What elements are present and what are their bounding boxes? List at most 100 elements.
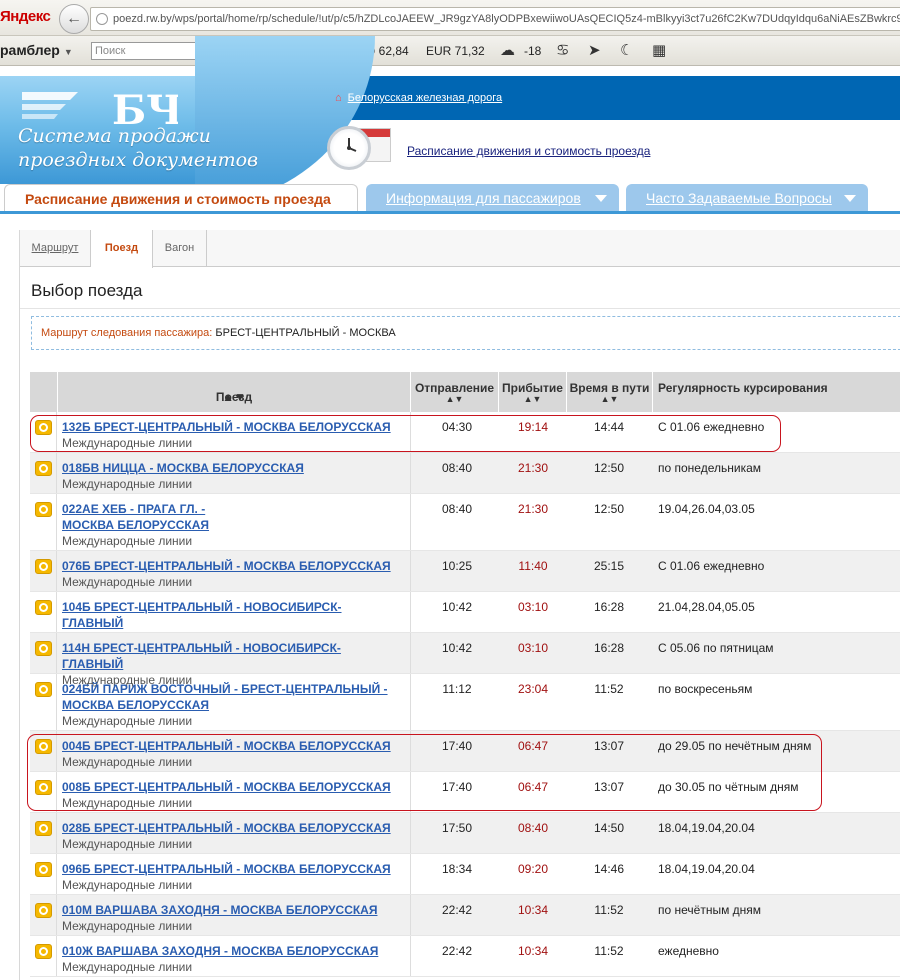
travel-duration: 25:15: [593, 559, 625, 573]
departure-time: 22:42: [441, 944, 473, 958]
table-row[interactable]: 076Б БРЕСТ-ЦЕНТРАЛЬНЫЙ - МОСКВА БЕЛОРУСС…: [30, 551, 900, 592]
header-departure[interactable]: Отправление ▲▼: [410, 372, 498, 412]
row-icon-cell: [30, 633, 57, 673]
column-divider: [410, 895, 411, 935]
table-row[interactable]: 104Б БРЕСТ-ЦЕНТРАЛЬНЫЙ - НОВОСИБИРСК-ГЛА…: [30, 592, 900, 646]
table-row[interactable]: 010Ж ВАРШАВА ЗАХОДНЯ - МОСКВА БЕЛОРУССКА…: [30, 936, 900, 977]
train-link[interactable]: 028Б БРЕСТ-ЦЕНТРАЛЬНЫЙ - МОСКВА БЕЛОРУСС…: [62, 820, 402, 836]
train-link-cont[interactable]: МОСКВА БЕЛОРУССКАЯ: [62, 517, 402, 533]
departure-time: 18:34: [441, 862, 473, 876]
highlight-box: [30, 415, 781, 452]
home-link[interactable]: ⌂ Белорусская железная дорога: [335, 92, 502, 104]
url-text: poezd.rw.by/wps/portal/home/rp/schedule/…: [113, 13, 900, 25]
toolbar-search-input[interactable]: Поиск: [91, 42, 211, 60]
weather-temp: -18: [524, 44, 542, 58]
back-button[interactable]: ←: [59, 4, 89, 34]
table-row[interactable]: 024БЙ ПАРИЖ ВОСТОЧНЫЙ - БРЕСТ-ЦЕНТРАЛЬНЫ…: [30, 674, 900, 731]
travel-duration: 16:28: [593, 600, 625, 614]
travel-duration: 11:52: [594, 944, 624, 958]
logo-text: БЧ: [112, 87, 178, 126]
train-link[interactable]: 104Б БРЕСТ-ЦЕНТРАЛЬНЫЙ - НОВОСИБИРСК-ГЛА…: [62, 599, 402, 631]
regularity: по понедельникам: [658, 461, 762, 475]
header-regularity-label: Регулярность курсирования: [658, 381, 828, 395]
weather-icon[interactable]: ☁: [500, 41, 515, 61]
train-link[interactable]: 010М ВАРШАВА ЗАХОДНЯ - МОСКВА БЕЛОРУССКА…: [62, 902, 402, 918]
regularity: 19.04,26.04,03.05: [658, 502, 755, 516]
address-bar[interactable]: poezd.rw.by/wps/portal/home/rp/schedule/…: [90, 7, 900, 31]
sub-tabs: Маршрут Поезд Вагон: [20, 230, 900, 268]
train-link-cont[interactable]: МОСКВА БЕЛОРУССКАЯ: [62, 697, 402, 713]
column-divider: [410, 633, 411, 673]
header-duration[interactable]: Время в пути ▲▼: [566, 372, 652, 412]
column-divider: [410, 551, 411, 591]
travel-duration: 12:50: [593, 461, 625, 475]
arrival-time: 03:10: [517, 641, 549, 655]
train-link[interactable]: 076Б БРЕСТ-ЦЕНТРАЛЬНЫЙ - МОСКВА БЕЛОРУСС…: [62, 558, 402, 574]
subtab-car[interactable]: Вагон: [153, 230, 207, 267]
train-link[interactable]: 024БЙ ПАРИЖ ВОСТОЧНЫЙ - БРЕСТ-ЦЕНТРАЛЬНЫ…: [62, 681, 402, 697]
browser-bar: Яндекс ← poezd.rw.by/wps/portal/home/rp/…: [0, 0, 900, 36]
regularity: 21.04,28.04,05.05: [658, 600, 755, 614]
tab-passenger-info[interactable]: Информация для пассажиров: [366, 184, 619, 212]
clock-icon: [327, 126, 371, 170]
column-divider: [410, 936, 411, 976]
site-header: БЧ Система продажи проездных документов …: [0, 36, 900, 206]
train-name-cell: 028Б БРЕСТ-ЦЕНТРАЛЬНЫЙ - МОСКВА БЕЛОРУСС…: [62, 820, 402, 852]
schedule-link[interactable]: Расписание движения и стоимость проезда: [407, 144, 650, 158]
calendar-icon[interactable]: ▦: [652, 41, 666, 61]
rambler-menu[interactable]: рамблер ▼: [0, 42, 73, 58]
train-link[interactable]: 096Б БРЕСТ-ЦЕНТРАЛЬНЫЙ - МОСКВА БЕЛОРУСС…: [62, 861, 402, 877]
route-label: Маршрут следования пассажира:: [41, 327, 213, 339]
arrival-time: 03:10: [517, 600, 549, 614]
train-link[interactable]: 010Ж ВАРШАВА ЗАХОДНЯ - МОСКВА БЕЛОРУССКА…: [62, 943, 402, 959]
train-icon: [35, 502, 52, 517]
train-link[interactable]: 018БВ НИЦЦА - МОСКВА БЕЛОРУССКАЯ: [62, 460, 402, 476]
departure-time: 22:42: [441, 903, 473, 917]
column-divider: [410, 453, 411, 493]
train-icon: [35, 600, 52, 615]
regularity: 18.04,19.04,20.04: [658, 862, 755, 876]
travel-duration: 14:50: [593, 821, 625, 835]
train-name-cell: 022АЕ ХЕБ - ПРАГА ГЛ. - МОСКВА БЕЛОРУССКА…: [62, 501, 402, 549]
header-train[interactable]: Поезд ▲▼: [57, 372, 410, 412]
sort-icon: ▲▼: [445, 394, 464, 404]
chevron-down-icon: [595, 195, 607, 202]
route-value: БРЕСТ-ЦЕНТРАЛЬНЫЙ - МОСКВА: [212, 327, 396, 339]
header-arrival[interactable]: Прибытие ▲▼: [498, 372, 566, 412]
train-name-cell: 076Б БРЕСТ-ЦЕНТРАЛЬНЫЙ - МОСКВА БЕЛОРУСС…: [62, 558, 402, 590]
moon-icon[interactable]: ☾: [620, 41, 633, 61]
tab-faq[interactable]: Часто Задаваемые Вопросы: [626, 184, 868, 212]
arrival-time: 23:04: [517, 682, 549, 696]
train-icon: [35, 862, 52, 877]
arrival-time: 21:30: [517, 502, 549, 516]
table-row[interactable]: 096Б БРЕСТ-ЦЕНТРАЛЬНЫЙ - МОСКВА БЕЛОРУСС…: [30, 854, 900, 895]
regularity: С 05.06 по пятницам: [658, 641, 774, 655]
train-icon: [35, 821, 52, 836]
site-logo[interactable]: БЧ: [18, 86, 183, 134]
send-icon[interactable]: ➤: [588, 41, 601, 61]
table-row[interactable]: 114Н БРЕСТ-ЦЕНТРАЛЬНЫЙ - НОВОСИБИРСК-ГЛА…: [30, 633, 900, 687]
departure-time: 17:50: [441, 821, 473, 835]
row-icon-cell: [30, 592, 57, 632]
train-icon: [35, 559, 52, 574]
table-row[interactable]: 028Б БРЕСТ-ЦЕНТРАЛЬНЫЙ - МОСКВА БЕЛОРУСС…: [30, 813, 900, 854]
regularity: по нечётным дням: [658, 903, 762, 917]
train-category: Международные линии: [62, 960, 193, 974]
horoscope-icon[interactable]: ♋: [556, 41, 569, 61]
train-link[interactable]: 114Н БРЕСТ-ЦЕНТРАЛЬНЫЙ - НОВОСИБИРСК-ГЛА…: [62, 640, 402, 672]
tab-schedule[interactable]: Расписание движения и стоимость проезда: [4, 184, 358, 212]
train-category: Международные линии: [62, 575, 193, 589]
subtab-train[interactable]: Поезд: [91, 230, 153, 268]
table-row[interactable]: 018БВ НИЦЦА - МОСКВА БЕЛОРУССКАЯ Междунар…: [30, 453, 900, 494]
train-link[interactable]: 022АЕ ХЕБ - ПРАГА ГЛ. -: [62, 501, 402, 517]
train-name-cell: 010М ВАРШАВА ЗАХОДНЯ - МОСКВА БЕЛОРУССКА…: [62, 902, 402, 934]
train-category: Международные линии: [62, 919, 193, 933]
row-icon-cell: [30, 936, 57, 976]
subtab-route[interactable]: Маршрут: [20, 230, 91, 267]
travel-duration: 12:50: [593, 502, 625, 516]
table-row[interactable]: 022АЕ ХЕБ - ПРАГА ГЛ. - МОСКВА БЕЛОРУССКА…: [30, 494, 900, 551]
train-category: Международные линии: [62, 714, 193, 728]
table-row[interactable]: 010М ВАРШАВА ЗАХОДНЯ - МОСКВА БЕЛОРУССКА…: [30, 895, 900, 936]
train-name-cell: 024БЙ ПАРИЖ ВОСТОЧНЫЙ - БРЕСТ-ЦЕНТРАЛЬНЫ…: [62, 681, 402, 729]
header-icon-col: [30, 372, 57, 412]
